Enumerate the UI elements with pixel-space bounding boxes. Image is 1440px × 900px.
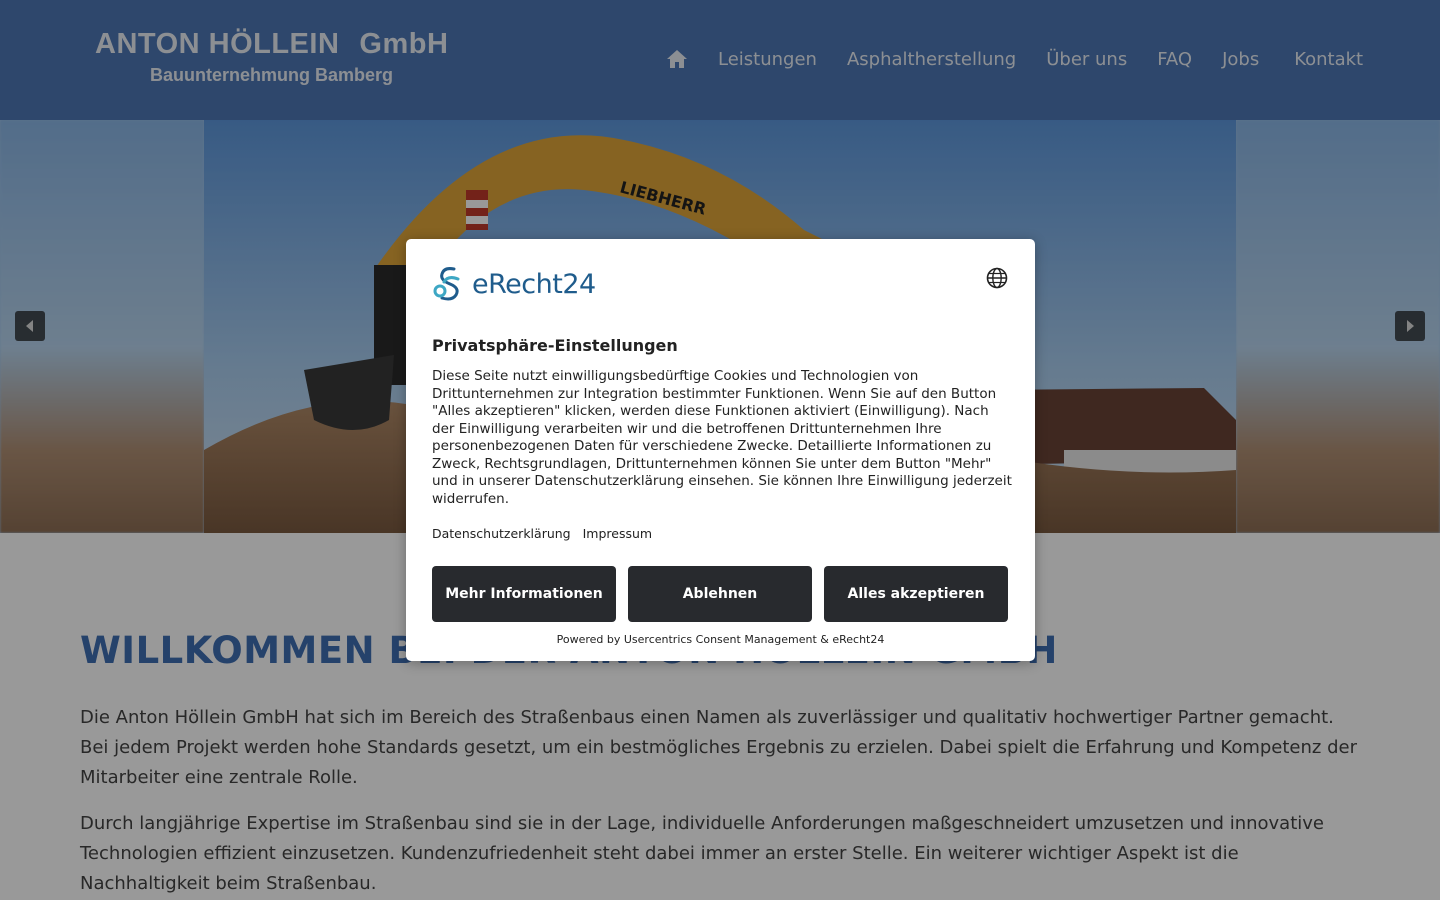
consent-title: Privatsphäre-Einstellungen (432, 336, 678, 355)
globe-icon[interactable] (986, 267, 1008, 289)
powered-by-text: Powered by Usercentrics Consent Manageme… (556, 633, 885, 646)
accept-all-button[interactable]: Alles akzeptieren (824, 566, 1008, 622)
consent-description: Diese Seite nutzt einwilligungsbedürftig… (432, 368, 1012, 507)
imprint-link[interactable]: Impressum (583, 526, 652, 541)
privacy-policy-link[interactable]: Datenschutzerklärung (432, 526, 571, 541)
section-sign-icon (433, 267, 460, 301)
erecht24-logo: eRecht24 (432, 265, 596, 303)
more-information-button[interactable]: Mehr Informationen (432, 566, 616, 622)
cookie-consent-dialog: eRecht24 Privatsphäre-Einstellungen Dies… (406, 239, 1035, 661)
erecht24-logo-text: eRecht24 (472, 268, 596, 300)
consent-links: Datenschutzerklärung Impressum (432, 526, 664, 541)
decline-button[interactable]: Ablehnen (628, 566, 812, 622)
